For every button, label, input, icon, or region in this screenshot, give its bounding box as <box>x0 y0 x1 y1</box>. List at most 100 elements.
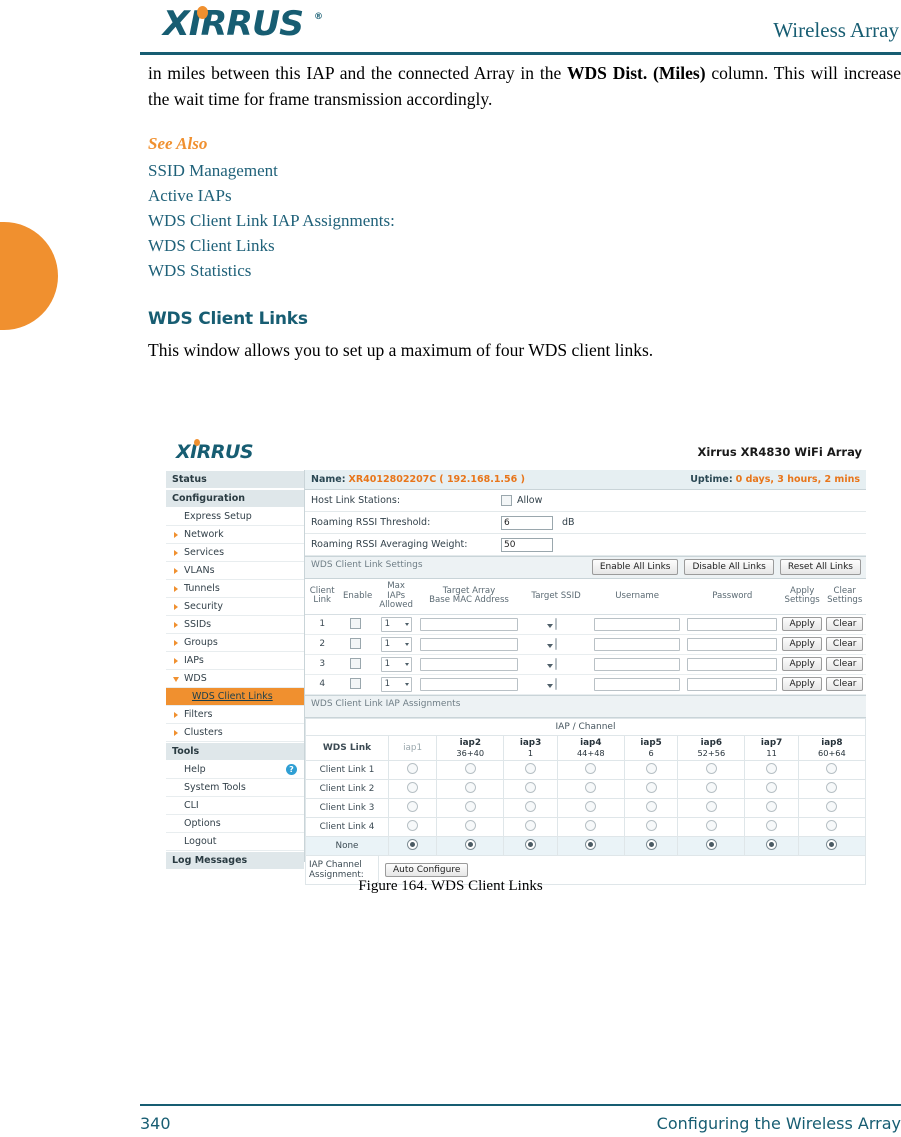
auto-configure-button[interactable]: Auto Configure <box>385 862 469 877</box>
roaming-rssi-weight-input[interactable]: 50 <box>501 537 553 552</box>
row-1-username-input[interactable] <box>594 617 681 631</box>
radio-link1-iap5[interactable] <box>645 762 657 774</box>
iap-row-3-iap1-cell[interactable] <box>387 797 438 818</box>
iap-row-3-iap6-cell[interactable] <box>677 797 746 818</box>
iap-row-none-iap7-cell[interactable] <box>744 835 799 856</box>
iap-row-4-iap8-cell[interactable] <box>797 816 867 837</box>
see-also-link-wds-statistics[interactable]: WDS Statistics <box>148 258 901 283</box>
sidebar-item-services[interactable]: Services <box>166 544 304 562</box>
iap-row-3-iap8-cell[interactable] <box>797 797 867 818</box>
row-4-password-input[interactable] <box>687 677 778 691</box>
row-1-password-input[interactable] <box>687 617 778 631</box>
radio-link2-iap2[interactable] <box>464 781 476 793</box>
radio-link3-iap7[interactable] <box>766 800 778 812</box>
iap-row-none-iap6-cell[interactable] <box>677 835 746 856</box>
radio-none-iap2[interactable] <box>464 838 476 850</box>
iap-row-2-iap2-cell[interactable] <box>436 778 505 799</box>
radio-link4-iap5[interactable] <box>645 819 657 831</box>
sidebar-item-security[interactable]: Security <box>166 598 304 616</box>
radio-link1-iap2[interactable] <box>464 762 476 774</box>
row-3-password-input[interactable] <box>687 657 778 671</box>
iap-row-1-iap6-cell[interactable] <box>677 759 746 780</box>
iap-row-2-iap7-cell[interactable] <box>744 778 799 799</box>
radio-link4-iap7[interactable] <box>766 819 778 831</box>
row-1-ssid-select[interactable] <box>547 618 558 630</box>
row-3-mac-input[interactable] <box>420 657 519 671</box>
row-2-clear-button[interactable]: Clear <box>825 637 864 651</box>
row-3-apply-button[interactable]: Apply <box>782 657 822 671</box>
radio-link1-iap4[interactable] <box>585 762 597 774</box>
see-also-link-wds-client-link-iap-assignments[interactable]: WDS Client Link IAP Assignments: <box>148 208 901 233</box>
sidebar-item-logout[interactable]: Logout <box>166 833 304 851</box>
sidebar-item-ssids[interactable]: SSIDs <box>166 616 304 634</box>
row-4-apply-button[interactable]: Apply <box>782 677 822 691</box>
radio-link4-iap3[interactable] <box>525 819 537 831</box>
radio-link2-iap8[interactable] <box>826 781 838 793</box>
row-1-apply-button[interactable]: Apply <box>782 617 822 631</box>
iap-row-none-iap2-cell[interactable] <box>436 835 505 856</box>
see-also-link-active-iaps[interactable]: Active IAPs <box>148 183 901 208</box>
row-2-max-iaps-select[interactable]: 1 <box>380 636 412 652</box>
iap-row-1-iap2-cell[interactable] <box>436 759 505 780</box>
radio-none-iap4[interactable] <box>585 838 597 850</box>
radio-link4-iap4[interactable] <box>585 819 597 831</box>
radio-link3-iap1[interactable] <box>407 800 419 812</box>
sidebar-item-options[interactable]: Options <box>166 815 304 833</box>
enable-all-links-button[interactable]: Enable All Links <box>591 559 679 575</box>
radio-link2-iap4[interactable] <box>585 781 597 793</box>
sidebar-item-filters[interactable]: Filters <box>166 706 304 724</box>
iap-row-none-iap1-cell[interactable] <box>387 835 438 856</box>
iap-row-4-iap1-cell[interactable] <box>387 816 438 837</box>
row-2-password-input[interactable] <box>687 637 778 651</box>
iap-row-4-iap5-cell[interactable] <box>623 816 679 837</box>
iap-row-4-iap4-cell[interactable] <box>556 816 625 837</box>
sidebar-item-iaps[interactable]: IAPs <box>166 652 304 670</box>
sidebar-item-express-setup[interactable]: Express Setup <box>166 508 304 526</box>
radio-link4-iap1[interactable] <box>407 819 419 831</box>
disable-all-links-button[interactable]: Disable All Links <box>684 559 774 575</box>
row-4-enable-checkbox[interactable] <box>349 677 361 689</box>
row-2-apply-button[interactable]: Apply <box>782 637 822 651</box>
sidebar-item-cli[interactable]: CLI <box>166 797 304 815</box>
row-4-clear-button[interactable]: Clear <box>825 677 864 691</box>
radio-none-iap1[interactable] <box>407 838 419 850</box>
radio-link4-iap6[interactable] <box>705 819 717 831</box>
radio-none-iap7[interactable] <box>766 838 778 850</box>
radio-link1-iap3[interactable] <box>525 762 537 774</box>
row-4-mac-input[interactable] <box>420 677 519 691</box>
row-1-max-iaps-select[interactable]: 1 <box>380 616 412 632</box>
row-1-enable-checkbox[interactable] <box>349 617 361 629</box>
radio-link3-iap5[interactable] <box>645 800 657 812</box>
iap-row-none-iap8-cell[interactable] <box>797 835 867 856</box>
reset-all-links-button[interactable]: Reset All Links <box>779 559 861 575</box>
host-link-allow-checkbox[interactable] <box>501 495 512 506</box>
row-2-enable-checkbox[interactable] <box>349 637 361 649</box>
radio-none-iap8[interactable] <box>826 838 838 850</box>
radio-none-iap3[interactable] <box>525 838 537 850</box>
iap-row-3-iap7-cell[interactable] <box>744 797 799 818</box>
radio-none-iap5[interactable] <box>645 838 657 850</box>
iap-row-2-iap8-cell[interactable] <box>797 778 867 799</box>
sidebar-group-status[interactable]: Status <box>166 470 304 489</box>
row-4-max-iaps-select[interactable]: 1 <box>380 676 412 692</box>
radio-link2-iap7[interactable] <box>766 781 778 793</box>
radio-link4-iap8[interactable] <box>826 819 838 831</box>
row-2-username-input[interactable] <box>594 637 681 651</box>
row-1-mac-input[interactable] <box>420 617 519 631</box>
radio-link4-iap2[interactable] <box>464 819 476 831</box>
radio-none-iap6[interactable] <box>705 838 717 850</box>
sidebar-item-wds-client-links[interactable]: WDS Client Links <box>166 688 304 706</box>
help-icon[interactable]: ? <box>286 764 297 775</box>
radio-link3-iap3[interactable] <box>525 800 537 812</box>
radio-link2-iap3[interactable] <box>525 781 537 793</box>
sidebar-item-help[interactable]: Help? <box>166 761 304 779</box>
iap-row-4-iap6-cell[interactable] <box>677 816 746 837</box>
iap-row-4-iap2-cell[interactable] <box>436 816 505 837</box>
iap-row-2-iap6-cell[interactable] <box>677 778 746 799</box>
iap-row-none-iap5-cell[interactable] <box>623 835 679 856</box>
iap-row-1-iap7-cell[interactable] <box>744 759 799 780</box>
row-4-ssid-select[interactable] <box>547 678 558 690</box>
roaming-rssi-threshold-input[interactable]: 6 <box>501 515 553 530</box>
row-2-mac-input[interactable] <box>420 637 519 651</box>
iap-row-3-iap3-cell[interactable] <box>503 797 558 818</box>
